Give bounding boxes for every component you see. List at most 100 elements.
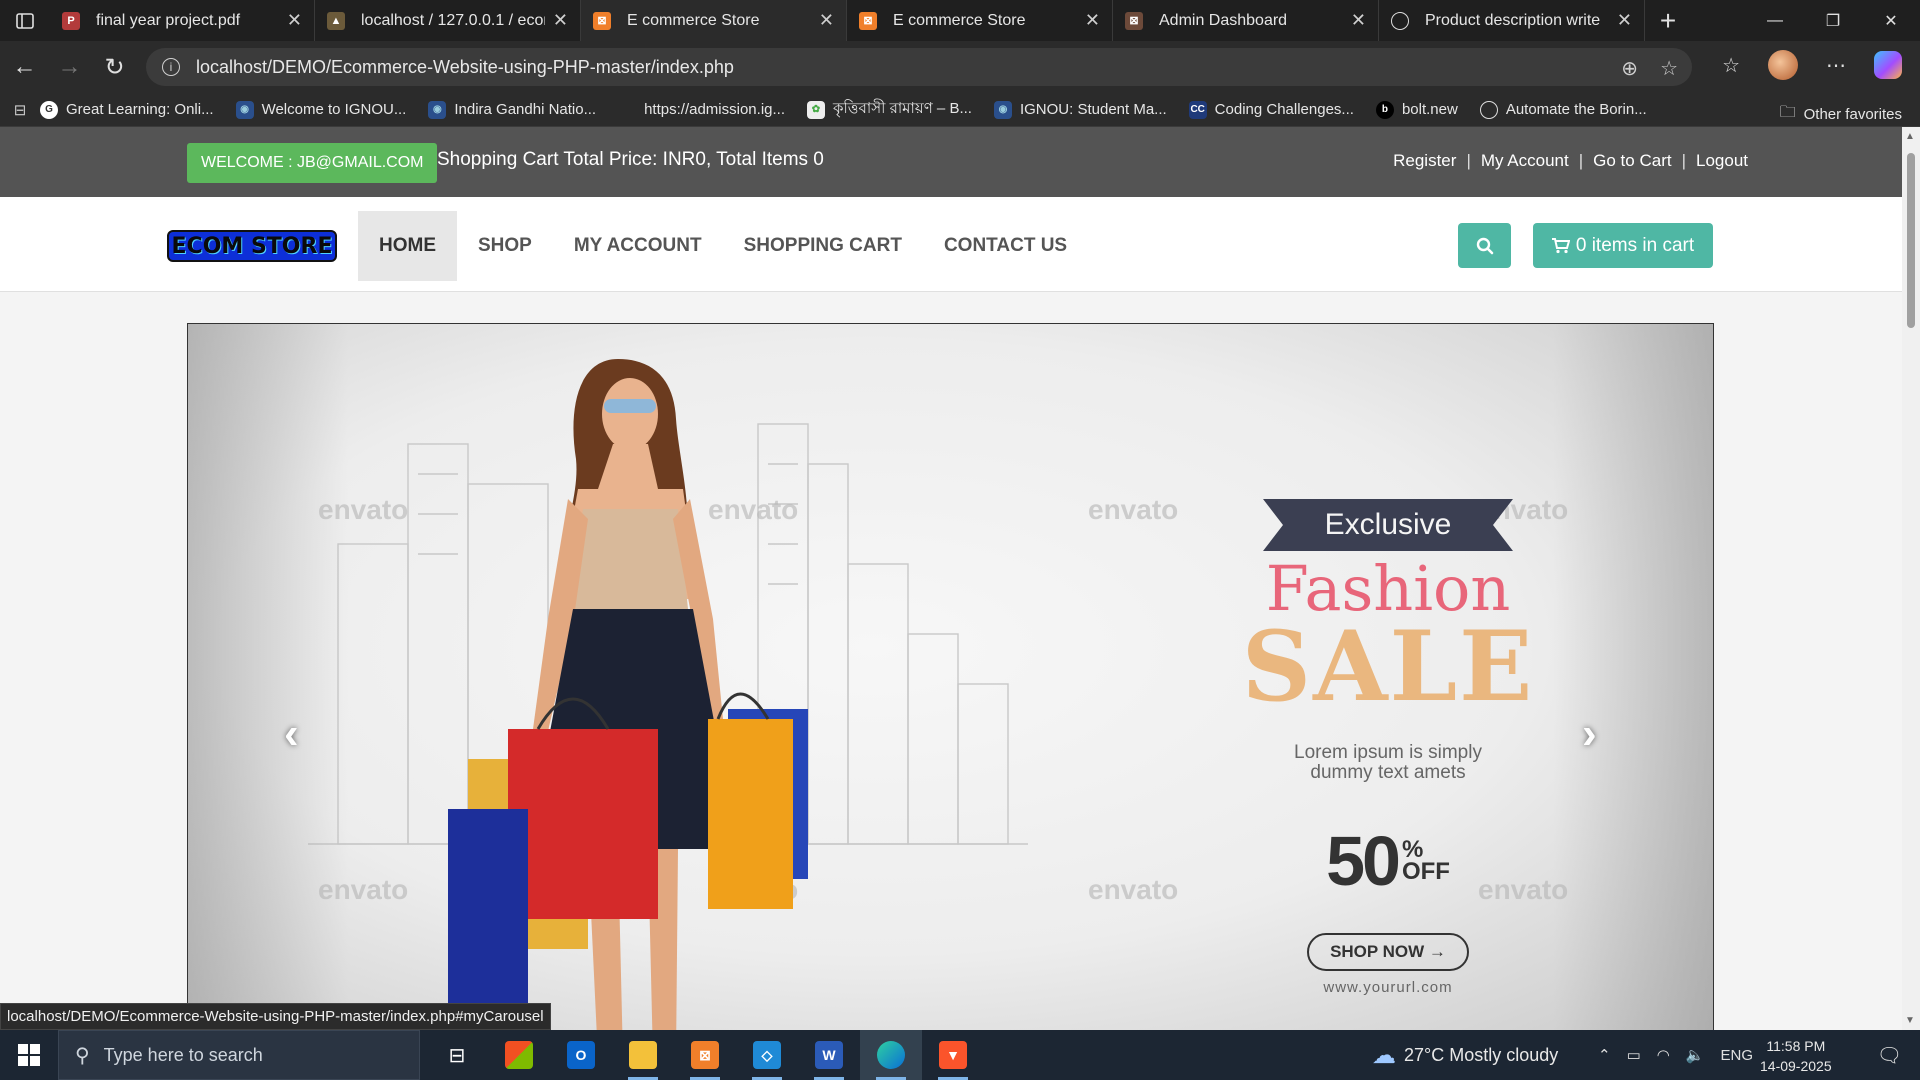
- address-bar[interactable]: i localhost/DEMO/Ecommerce-Website-using…: [146, 48, 1692, 86]
- close-tab-icon[interactable]: ✕: [1351, 10, 1366, 31]
- ignou-icon: ◉: [235, 100, 254, 119]
- bookmark-label: IGNOU: Student Ma...: [1019, 101, 1167, 118]
- bolt-icon: b: [1375, 100, 1394, 119]
- volume-icon[interactable]: 🔈: [1686, 1046, 1705, 1064]
- tab-admin-dashboard[interactable]: ⊠ Admin Dashboard ✕: [1113, 0, 1379, 41]
- ignou-icon: ◉: [428, 100, 447, 119]
- bookmark-item[interactable]: ◉ Welcome to IGNOU...: [235, 100, 407, 119]
- site-logo[interactable]: ECOM STORE: [167, 230, 337, 262]
- restore-icon[interactable]: ❐: [1804, 0, 1862, 41]
- new-tab-button[interactable]: +: [1645, 0, 1691, 41]
- xampp-icon: ⊠: [1125, 11, 1143, 30]
- close-tab-icon[interactable]: ✕: [553, 10, 568, 31]
- chatgpt-icon: [1391, 11, 1409, 30]
- scroll-up-icon[interactable]: ▲: [1905, 131, 1915, 142]
- show-hidden-icons-icon[interactable]: ⌃: [1598, 1046, 1611, 1064]
- close-tab-icon[interactable]: ✕: [1617, 10, 1632, 31]
- menu-shop[interactable]: SHOP: [457, 211, 553, 281]
- scroll-down-icon[interactable]: ▼: [1905, 1015, 1915, 1026]
- bookmark-item[interactable]: ✿ কৃত্তিবাসী রামায়ণ – B...: [807, 97, 972, 122]
- windows-start-icon[interactable]: [0, 1030, 58, 1080]
- my-account-link[interactable]: My Account: [1481, 151, 1569, 171]
- bookmark-item[interactable]: https://admission.ig...: [618, 101, 785, 119]
- welcome-badge[interactable]: WELCOME : JB@GMAIL.COM: [187, 143, 438, 183]
- cart-button[interactable]: 0 items in cart: [1533, 223, 1713, 268]
- bookmark-item[interactable]: ◉ Indira Gandhi Natio...: [428, 100, 597, 119]
- language-indicator[interactable]: ENG: [1721, 1047, 1754, 1064]
- vscode-icon[interactable]: ◇: [736, 1030, 798, 1080]
- bookmark-item[interactable]: Automate the Borin...: [1479, 100, 1647, 119]
- tab-search-icon[interactable]: ⊟: [0, 101, 40, 119]
- close-tab-icon[interactable]: ✕: [287, 10, 302, 31]
- bookmark-item[interactable]: G Great Learning: Onli...: [40, 100, 214, 119]
- logout-link[interactable]: Logout: [1696, 151, 1748, 171]
- notifications-icon[interactable]: 🗨: [1877, 1043, 1902, 1068]
- hero-carousel[interactable]: envato envato envato envato envato envat…: [187, 323, 1714, 1030]
- scrollbar-thumb[interactable]: [1907, 153, 1915, 328]
- other-favorites[interactable]: 🗀 Other favorites: [1780, 101, 1902, 128]
- bookmark-item[interactable]: b bolt.new: [1375, 100, 1458, 119]
- tab-ecommerce[interactable]: ⊠ E commerce Store ✕: [847, 0, 1113, 41]
- favorite-star-icon[interactable]: ☆: [1660, 56, 1678, 81]
- taskbar-search[interactable]: ⚲ Type here to search: [58, 1030, 420, 1080]
- profile-avatar[interactable]: [1768, 50, 1798, 80]
- close-window-icon[interactable]: ✕: [1862, 0, 1920, 41]
- page-scrollbar[interactable]: ▲ ▼: [1902, 127, 1920, 1030]
- bookmarks-bar: ⊟ G Great Learning: Onli... ◉ Welcome to I…: [0, 93, 1920, 127]
- link-separator: |: [1466, 151, 1471, 170]
- xampp-icon[interactable]: ⊠: [674, 1030, 736, 1080]
- microsoft-store-icon[interactable]: [488, 1030, 550, 1080]
- outlook-icon[interactable]: O: [550, 1030, 612, 1080]
- back-icon[interactable]: ←: [2, 47, 47, 87]
- carousel-prev-icon[interactable]: ‹: [284, 709, 299, 759]
- task-view-icon[interactable]: ⊟: [426, 1030, 488, 1080]
- link-separator: |: [1578, 151, 1584, 170]
- more-options-icon[interactable]: ⋯: [1826, 53, 1846, 78]
- battery-icon[interactable]: ▭: [1627, 1046, 1641, 1064]
- zoom-icon[interactable]: ⊕: [1621, 56, 1638, 81]
- file-explorer-icon[interactable]: [612, 1030, 674, 1080]
- carousel-next-icon[interactable]: ›: [1582, 709, 1597, 759]
- menu-shopping-cart[interactable]: SHOPPING CART: [723, 211, 923, 281]
- bookmark-label: Welcome to IGNOU...: [261, 101, 407, 118]
- search-button[interactable]: [1458, 223, 1511, 268]
- cc-icon: CC: [1188, 100, 1207, 119]
- bookmark-label: Indira Gandhi Natio...: [454, 101, 597, 118]
- register-link[interactable]: Register: [1393, 151, 1456, 171]
- shop-now-button[interactable]: SHOP NOW →: [1307, 933, 1469, 971]
- tab-title: Product description write: [1425, 11, 1601, 29]
- go-to-cart-link[interactable]: Go to Cart: [1593, 151, 1671, 171]
- favorites-icon[interactable]: ☆: [1722, 53, 1740, 78]
- top-bar: WELCOME : JB@GMAIL.COM Shopping Cart Tot…: [0, 127, 1902, 197]
- tab-pdf[interactable]: P final year project.pdf ✕: [50, 0, 315, 41]
- bookmark-item[interactable]: CC Coding Challenges...: [1188, 100, 1354, 119]
- copilot-icon[interactable]: [1874, 51, 1902, 79]
- weather-widget[interactable]: ☁ 27°C Mostly cloudy: [1372, 1030, 1558, 1080]
- forward-icon[interactable]: →: [47, 47, 92, 87]
- menu-my-account[interactable]: MY ACCOUNT: [553, 211, 723, 281]
- wifi-icon[interactable]: ◠: [1657, 1046, 1670, 1064]
- ignou-icon: ◉: [993, 100, 1012, 119]
- tab-ecommerce-active[interactable]: ⊠ E commerce Store ✕: [581, 0, 847, 41]
- clock-date: 14-09-2025: [1760, 1058, 1832, 1074]
- close-tab-icon[interactable]: ✕: [1085, 10, 1100, 31]
- tab-actions-icon[interactable]: [0, 0, 50, 41]
- minimize-icon[interactable]: —: [1746, 0, 1804, 41]
- top-links: Register | My Account | Go to Cart | Logout: [1393, 151, 1748, 171]
- menu-home[interactable]: HOME: [358, 211, 457, 281]
- close-tab-icon[interactable]: ✕: [819, 10, 834, 31]
- model-with-shopping-bags-image: [448, 359, 808, 1030]
- bookmark-label: Great Learning: Onli...: [66, 101, 214, 118]
- menu-contact-us[interactable]: CONTACT US: [923, 211, 1088, 281]
- bookmark-item[interactable]: ◉ IGNOU: Student Ma...: [993, 100, 1167, 119]
- tab-phpmyadmin[interactable]: ▲ localhost / 127.0.0.1 / ecom ✕: [315, 0, 581, 41]
- brave-icon[interactable]: ▼: [922, 1030, 984, 1080]
- reload-icon[interactable]: ↻: [92, 47, 137, 87]
- edge-icon[interactable]: [860, 1030, 922, 1080]
- system-clock[interactable]: 11:58 PM 14-09-2025: [1760, 1036, 1832, 1076]
- bookmark-label: Coding Challenges...: [1214, 101, 1354, 118]
- discount-percent: 50: [1326, 822, 1401, 900]
- site-info-icon[interactable]: i: [162, 58, 180, 76]
- word-icon[interactable]: W: [798, 1030, 860, 1080]
- tab-chatgpt[interactable]: Product description write ✕: [1379, 0, 1645, 41]
